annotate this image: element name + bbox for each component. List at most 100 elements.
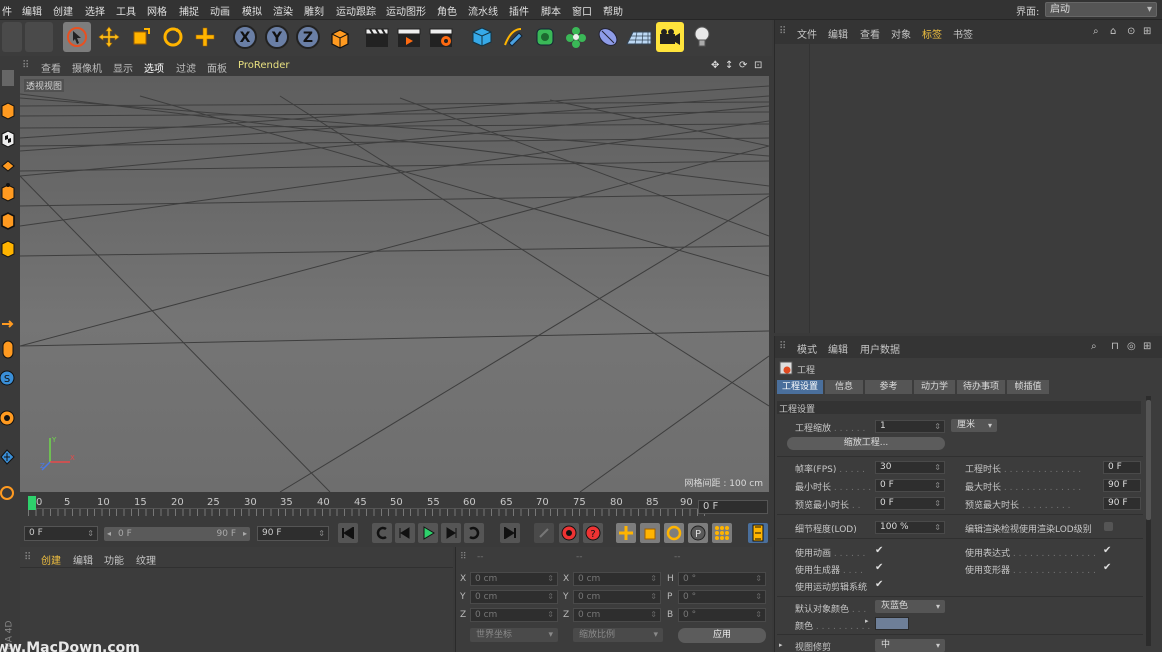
orbit-view-icon[interactable]: ⟳: [739, 60, 747, 71]
stepper-icon[interactable]: ⇕: [755, 573, 762, 585]
spline-pen-button[interactable]: [499, 22, 527, 52]
stepper-icon[interactable]: ⇕: [650, 591, 657, 603]
vp-menu-prorender[interactable]: ProRender: [238, 60, 289, 71]
light-object-button[interactable]: [688, 22, 716, 52]
range-left-arrow-icon[interactable]: ◂: [107, 527, 111, 541]
previous-frame-button[interactable]: [395, 523, 415, 543]
vp-menu-view[interactable]: 查看: [41, 60, 61, 75]
attr-grip-icon[interactable]: ⠿: [779, 341, 786, 352]
mat-menu-create[interactable]: 创建: [41, 552, 61, 567]
deformer-button[interactable]: [594, 22, 622, 52]
menu-pipeline[interactable]: 流水线: [468, 3, 498, 18]
render-settings-button[interactable]: [427, 22, 455, 52]
edges-mode-button[interactable]: [0, 208, 15, 232]
menu-edit[interactable]: 编辑: [22, 3, 42, 18]
mograph-cloner-button[interactable]: [562, 22, 590, 52]
lock-icon[interactable]: ⊓: [1111, 341, 1119, 352]
autokeying-button[interactable]: ?: [583, 523, 603, 543]
live-select-tool-button[interactable]: [63, 22, 91, 52]
playhead-marker[interactable]: [28, 496, 36, 510]
panel-grip-icon[interactable]: ⠿: [779, 26, 786, 37]
lod-editor-checkbox[interactable]: [1104, 522, 1113, 531]
coordinate-space-dropdown[interactable]: 世界坐标 ▾: [470, 628, 558, 642]
stepper-icon[interactable]: ⇕: [934, 522, 941, 533]
size-z-field[interactable]: 0 cm ⇕: [573, 608, 661, 622]
mat-menu-function[interactable]: 功能: [104, 552, 124, 567]
attr-menu-mode[interactable]: 模式: [797, 341, 817, 356]
generator-button[interactable]: [531, 22, 559, 52]
fps-field[interactable]: 30 ⇕: [875, 461, 945, 474]
use-animation-checkbox[interactable]: ✔: [875, 546, 885, 556]
tab-key-interpolation[interactable]: 帧插值: [1007, 380, 1049, 394]
vp-menu-panel[interactable]: 面板: [207, 60, 227, 75]
menu-create[interactable]: 创建: [53, 3, 73, 18]
stepper-icon[interactable]: ⇕: [755, 591, 762, 603]
stepper-icon[interactable]: ⇕: [934, 498, 941, 509]
toggle-layout-icon[interactable]: ⊡: [754, 60, 762, 71]
scrollbar-track[interactable]: [1146, 396, 1151, 646]
expand-icon[interactable]: ⊞: [1143, 26, 1151, 37]
menu-render[interactable]: 渲染: [273, 3, 293, 18]
vp-menu-filter[interactable]: 过滤: [176, 60, 196, 75]
apply-button[interactable]: 应用: [678, 628, 766, 643]
menu-file[interactable]: 件: [2, 3, 12, 18]
snap-button[interactable]: S: [0, 366, 15, 390]
menu-plugins[interactable]: 插件: [509, 3, 529, 18]
next-key-button[interactable]: [464, 523, 484, 543]
mat-menu-edit[interactable]: 编辑: [73, 552, 93, 567]
timeline-ruler[interactable]: 0 5 10 15 20 25 30 35 40 45 50 55 60 65 …: [20, 494, 772, 518]
menu-mesh[interactable]: 网格: [147, 3, 167, 18]
stepper-icon[interactable]: ⇕: [650, 573, 657, 585]
record-active-objects-button[interactable]: [559, 523, 579, 543]
coordinate-system-button[interactable]: [326, 22, 354, 52]
points-mode-button[interactable]: [0, 180, 15, 204]
key-parameter-button[interactable]: P: [688, 523, 708, 543]
use-motion-system-checkbox[interactable]: ✔: [875, 580, 885, 590]
x-axis-lock-button[interactable]: X: [231, 22, 259, 52]
perspective-viewport[interactable]: 透视视图 Y X Z 网格间距 : 100 cm: [20, 76, 769, 492]
render-view-button[interactable]: [363, 22, 391, 52]
project-scale-unit-dropdown[interactable]: 厘米 ▾: [951, 419, 997, 432]
end-frame-field[interactable]: 90 F ⇕: [257, 526, 329, 541]
go-to-start-button[interactable]: [338, 523, 358, 543]
undo-button[interactable]: [2, 22, 22, 52]
position-x-field[interactable]: 0 cm ⇕: [470, 572, 558, 586]
project-time-field[interactable]: 0 F: [1103, 461, 1141, 474]
key-scale-button[interactable]: [640, 523, 660, 543]
tab-project-settings[interactable]: 工程设置: [777, 380, 823, 394]
stepper-icon[interactable]: ⇕: [934, 462, 941, 473]
menu-select[interactable]: 选择: [85, 3, 105, 18]
new-panel-icon[interactable]: ⊞: [1143, 341, 1151, 352]
vp-menu-options[interactable]: 选项: [144, 60, 164, 75]
z-axis-lock-button[interactable]: Z: [294, 22, 322, 52]
rotate-tool-button[interactable]: [159, 22, 187, 52]
tab-info[interactable]: 信息: [825, 380, 863, 394]
obj-menu-edit[interactable]: 编辑: [828, 26, 848, 41]
use-deformers-checkbox[interactable]: ✔: [1103, 563, 1113, 573]
planar-workplane-button[interactable]: [0, 481, 15, 505]
menu-window[interactable]: 窗口: [572, 3, 592, 18]
material-grip-icon[interactable]: ⠿: [24, 552, 31, 563]
camera-object-button[interactable]: [656, 22, 684, 52]
position-z-field[interactable]: 0 cm ⇕: [470, 608, 558, 622]
menu-snap[interactable]: 捕捉: [179, 3, 199, 18]
key-point-level-button[interactable]: [712, 523, 732, 543]
lock-icon[interactable]: ⊙: [1127, 26, 1135, 37]
tab-reference[interactable]: 参考: [865, 380, 912, 394]
scale-project-button[interactable]: 缩放工程...: [787, 437, 945, 450]
obj-menu-file[interactable]: 文件: [797, 26, 817, 41]
lod-field[interactable]: 100 % ⇕: [875, 521, 945, 534]
menu-character[interactable]: 角色: [437, 3, 457, 18]
lock-workplane-button[interactable]: [0, 444, 15, 468]
key-position-button[interactable]: [616, 523, 636, 543]
dolly-view-icon[interactable]: ↕: [725, 60, 733, 71]
menu-script[interactable]: 脚本: [541, 3, 561, 18]
rotation-p-field[interactable]: 0 ° ⇕: [678, 590, 766, 604]
workplane-button[interactable]: [0, 154, 15, 178]
stepper-icon[interactable]: ⇕: [547, 591, 554, 603]
play-button[interactable]: [418, 523, 438, 543]
quantize-button[interactable]: [0, 406, 15, 430]
size-y-field[interactable]: 0 cm ⇕: [573, 590, 661, 604]
pan-view-icon[interactable]: ✥: [711, 60, 719, 71]
tab-todo[interactable]: 待办事项: [957, 380, 1005, 394]
